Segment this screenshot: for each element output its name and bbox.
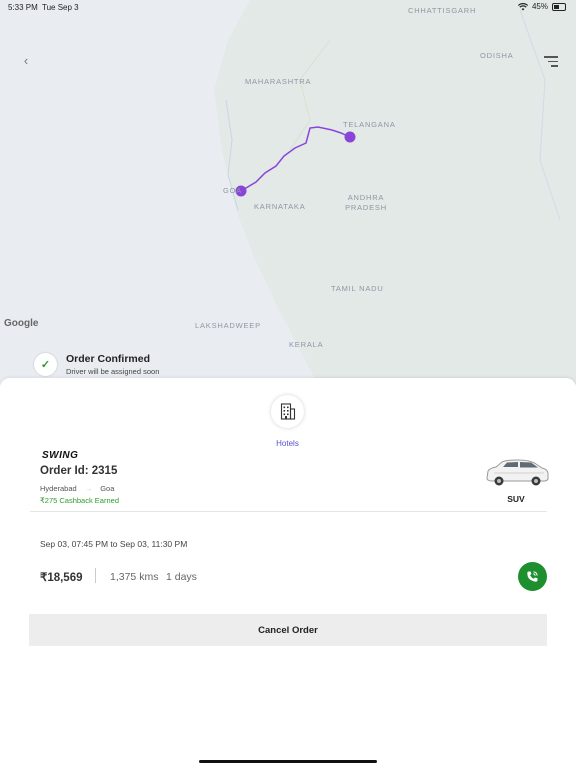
home-indicator[interactable] <box>199 760 377 763</box>
status-bar: 5:33 PM Tue Sep 3 45% <box>0 0 576 14</box>
chevron-left-icon: ‹ <box>23 53 29 68</box>
route-from: Hyderabad <box>40 484 77 493</box>
menu-icon <box>544 56 558 58</box>
battery-icon <box>552 2 566 11</box>
map-label: KERALA <box>289 340 324 349</box>
map-label: TAMIL NADU <box>331 284 384 293</box>
origin-marker[interactable] <box>344 131 356 143</box>
map-label: GOA <box>223 186 243 195</box>
trip-duration: 1 days <box>166 571 197 583</box>
hotels-label[interactable]: Hotels <box>266 439 309 448</box>
cancel-order-button[interactable]: Cancel Order <box>29 614 547 646</box>
google-logo: Google <box>4 318 39 329</box>
phone-icon <box>527 571 538 582</box>
building-icon <box>280 403 295 420</box>
trip-price: ₹18,569 <box>40 572 83 584</box>
checkmark-icon: ✓ <box>34 353 57 376</box>
divider <box>30 511 547 512</box>
map-label: KARNATAKA <box>254 202 306 211</box>
divider <box>95 568 96 583</box>
back-button[interactable]: ‹ <box>18 53 34 69</box>
route-map[interactable]: CHHATTISGARH ODISHA MAHARASHTRA TELANGAN… <box>0 0 576 385</box>
brand-logo: SWING <box>42 450 79 461</box>
order-status-title: Order Confirmed <box>66 353 151 365</box>
order-id: Order Id: 2315 <box>40 465 118 477</box>
route-to: Goa <box>100 484 115 493</box>
trip-distance: 1,375 kms <box>110 571 159 583</box>
order-details-sheet: Hotels SWING Order Id: 2315 Hyderabad → … <box>0 378 576 768</box>
trip-route: Hyderabad → Goa <box>40 484 114 493</box>
battery-percent: 45% <box>531 2 548 11</box>
trip-schedule: Sep 03, 07:45 PM to Sep 03, 11:30 PM <box>40 539 188 549</box>
cashback-text: ₹275 Cashback Earned <box>40 496 119 505</box>
call-driver-button[interactable] <box>518 562 547 591</box>
hotels-button[interactable] <box>271 395 304 428</box>
status-right: 45% <box>517 2 566 11</box>
arrow-right-icon: → <box>84 484 93 493</box>
map-label: LAKSHADWEEP <box>195 321 261 330</box>
status-time: 5:33 PM <box>8 3 38 12</box>
map-label: TELANGANA <box>343 120 396 129</box>
vehicle-type: SUV <box>507 494 525 504</box>
order-status-subtitle: Driver will be assigned soon <box>66 367 160 376</box>
map-label: ANDHRA PRADESH <box>345 193 387 212</box>
order-confirmed-banner: ✓ Order Confirmed Driver will be assigne… <box>34 353 159 376</box>
menu-button[interactable] <box>544 56 558 68</box>
status-date: Tue Sep 3 <box>42 3 79 12</box>
suv-car-icon <box>486 459 549 486</box>
wifi-icon <box>517 2 528 10</box>
map-label: ODISHA <box>480 51 514 60</box>
map-label: MAHARASHTRA <box>245 77 312 86</box>
